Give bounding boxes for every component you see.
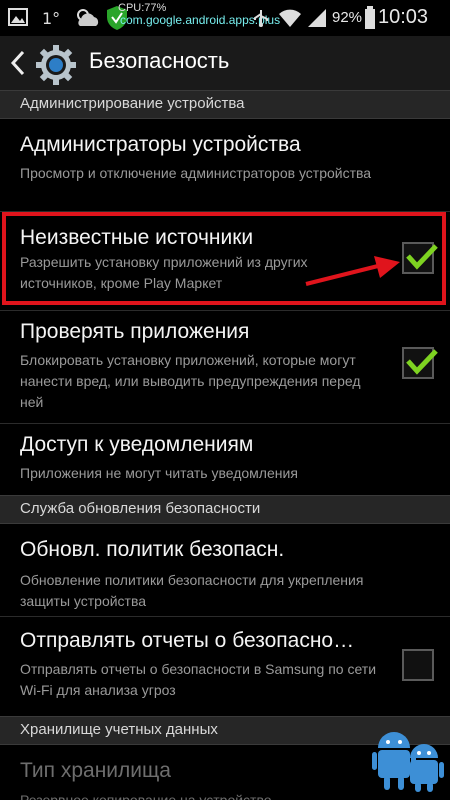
svg-text:1°: 1°: [42, 9, 60, 28]
section-header-label: Администрирование устройства: [20, 95, 245, 112]
item-subtitle: Обновление политики безопасности для укр…: [20, 572, 364, 609]
image-icon: [8, 8, 28, 26]
item-title: Доступ к уведомлениям: [20, 433, 254, 456]
battery-percent: 92%: [332, 9, 363, 26]
list-item-notification-access[interactable]: Доступ к уведомлениям Приложения не могу…: [0, 424, 450, 495]
temperature-icon: 1°: [42, 9, 60, 28]
settings-gear-icon: [36, 45, 76, 85]
section-header-label: Хранилище учетных данных: [20, 721, 218, 738]
item-title: Администраторы устройства: [20, 133, 301, 156]
section-header-label: Служба обновления безопасности: [20, 500, 261, 517]
list-item-verify-apps[interactable]: Проверять приложения Блокировать установ…: [0, 311, 450, 423]
wifi-icon: [279, 9, 301, 27]
item-subtitle: Отправлять отчеты о безопасности в Samsu…: [20, 661, 377, 698]
item-title: Тип хранилища: [20, 759, 171, 782]
section-header-security-update: Служба обновления безопасности: [0, 495, 450, 524]
weather-icon: [77, 9, 99, 26]
item-subtitle: Блокировать установку приложений, которы…: [20, 352, 361, 410]
page-title: Безопасность: [89, 48, 230, 73]
item-subtitle: Приложения не могут читать уведомления: [20, 465, 298, 481]
item-title: Проверять приложения: [20, 320, 250, 343]
item-subtitle: Резервное копирование на устройство: [20, 792, 272, 800]
battery-icon: [365, 6, 375, 29]
item-subtitle: Просмотр и отключение администраторов ус…: [20, 165, 372, 181]
list-item-security-policy-update[interactable]: Обновл. политик безопасн. Обновление пол…: [0, 524, 450, 616]
status-bar: 1° CPU:77% com.google.android.apps.plus …: [0, 0, 450, 36]
verify-apps-checkbox[interactable]: [402, 347, 438, 379]
list-item-device-administrators[interactable]: Администраторы устройства Просмотр и отк…: [0, 119, 450, 211]
checkmark-icon: [406, 349, 438, 375]
android-robots-logo: [372, 732, 444, 792]
item-title: Обновл. политик безопасн.: [20, 538, 285, 561]
red-arrow-annotation: [305, 256, 400, 286]
item-title: Отправлять отчеты о безопасно…: [20, 629, 355, 652]
back-chevron-icon[interactable]: [10, 50, 26, 76]
usb-icon: [254, 10, 268, 27]
signal-icon: [308, 9, 326, 27]
send-security-reports-checkbox[interactable]: [402, 649, 434, 681]
action-bar: Безопасность: [0, 36, 450, 92]
clock: 10:03: [378, 6, 429, 28]
section-header-device-admin: Администрирование устройства: [0, 90, 450, 119]
list-item-send-security-reports[interactable]: Отправлять отчеты о безопасно… Отправлят…: [0, 617, 450, 711]
